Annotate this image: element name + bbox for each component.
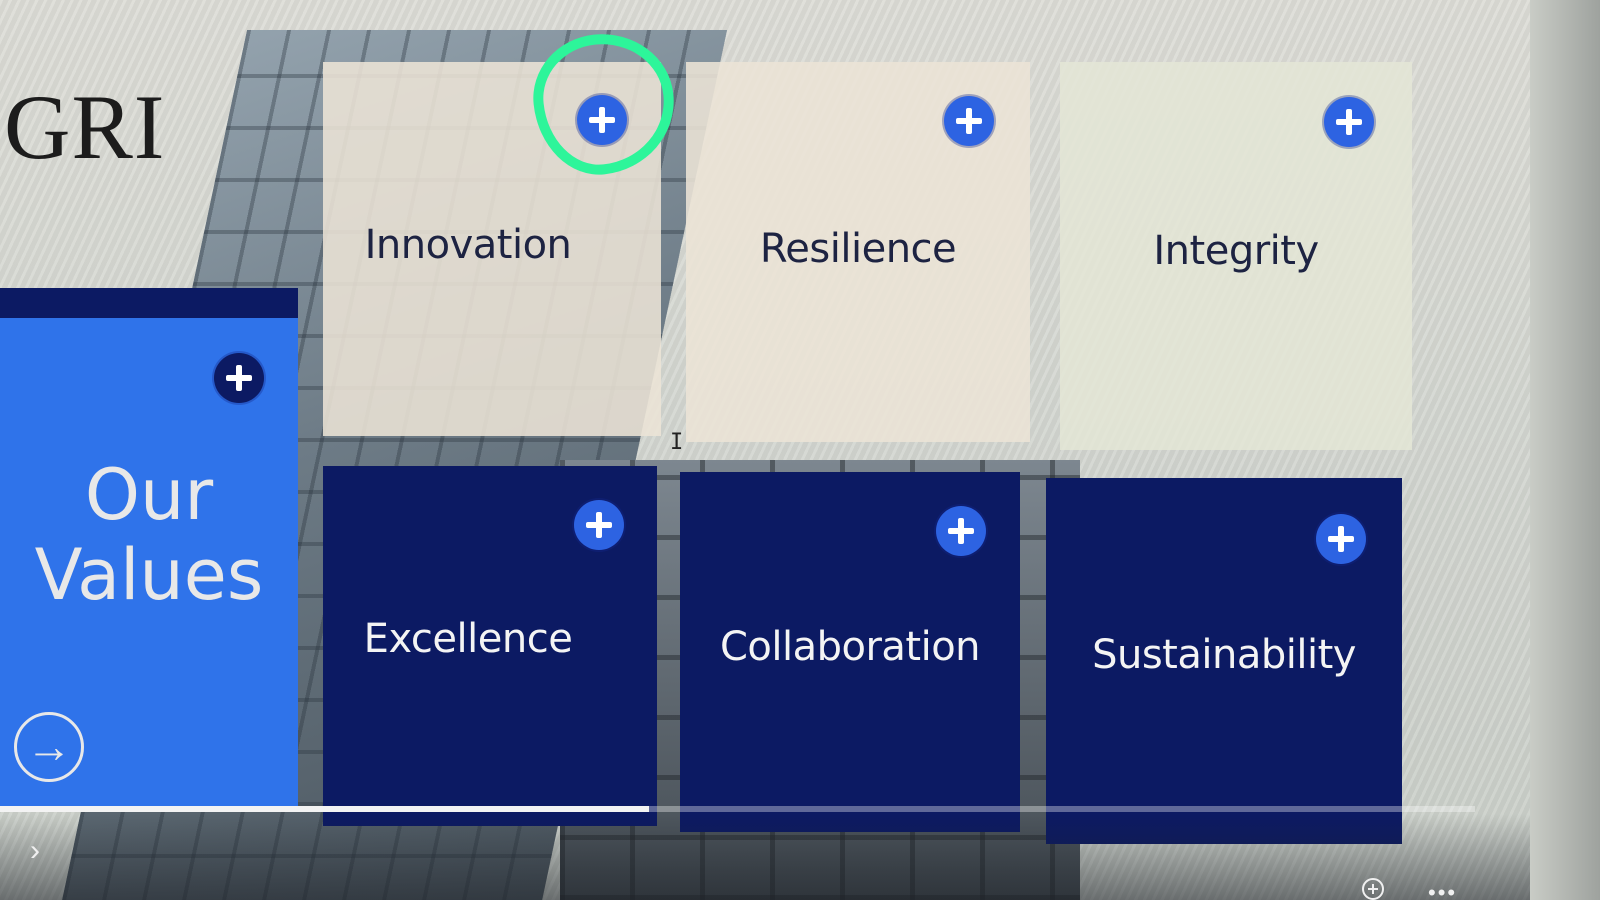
plus-circle-icon[interactable] (574, 500, 624, 550)
plus-circle-icon[interactable] (936, 506, 986, 556)
plus-circle-icon[interactable] (214, 353, 264, 403)
screen-bezel (1530, 0, 1600, 900)
zoom-in-icon[interactable] (1362, 878, 1384, 900)
logo: GRI (4, 76, 166, 178)
slide-progress-bar (0, 806, 1475, 812)
more-icon[interactable]: ••• (1428, 880, 1457, 900)
value-label: Collaboration (719, 624, 981, 670)
plus-circle-icon[interactable] (944, 96, 994, 146)
bottom-bar (0, 814, 1530, 900)
slide-progress-fill (0, 806, 649, 812)
value-label: Integrity (1153, 228, 1319, 274)
panel-stripe (0, 288, 298, 318)
value-label: Resilience (759, 226, 957, 272)
value-label: Sustainability (1092, 632, 1356, 678)
plus-circle-icon[interactable] (1316, 514, 1366, 564)
text-cursor-icon: I (670, 430, 684, 455)
value-label: Excellence (363, 616, 573, 662)
page-title: Our Values (34, 454, 264, 616)
chevron-right-icon[interactable]: › (30, 836, 40, 866)
presentation-slide: GRI Innovation Resilience Integrity Exce… (0, 0, 1530, 900)
plus-circle-icon[interactable] (1324, 97, 1374, 147)
value-label: Innovation (364, 222, 572, 268)
arrow-right-circle-icon[interactable]: → (14, 712, 84, 782)
